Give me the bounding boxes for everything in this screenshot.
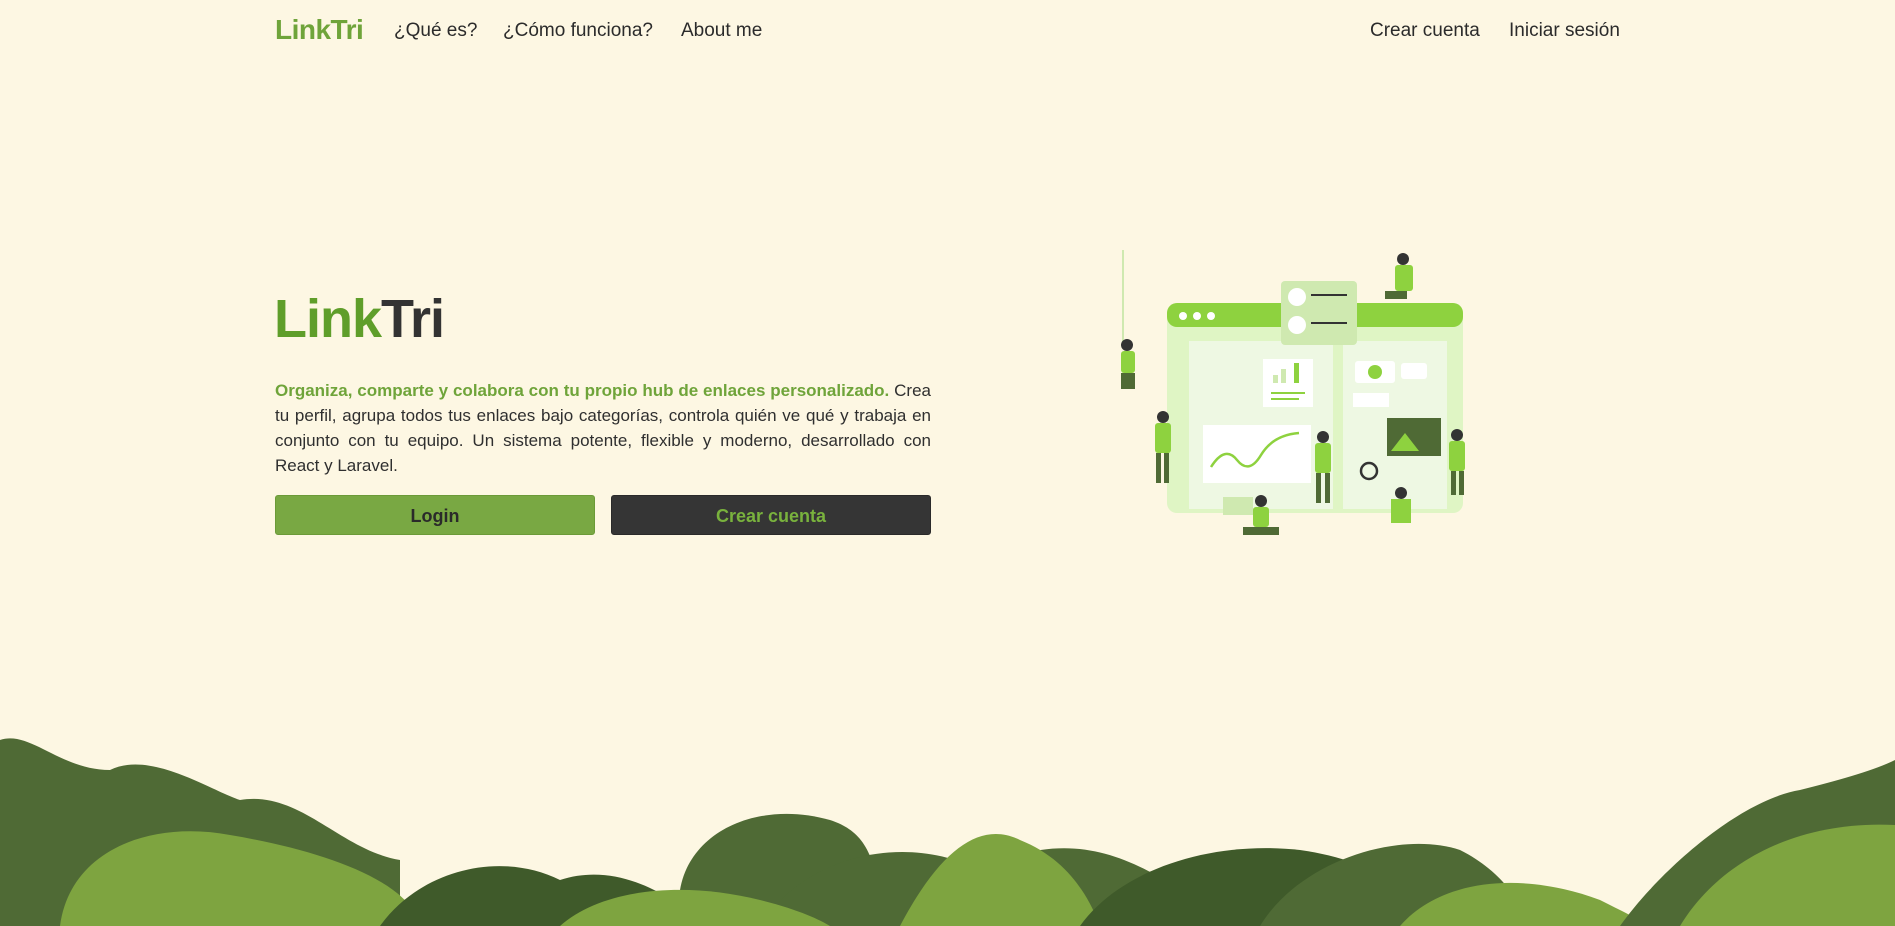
brand-logo[interactable]: LinkTri <box>275 14 364 46</box>
hero-title: LinkTri <box>274 288 445 350</box>
create-account-button[interactable]: Crear cuenta <box>611 495 931 535</box>
hero-title-link: Link <box>274 289 382 349</box>
decorative-hills <box>0 738 1895 926</box>
nav-link-about-me[interactable]: About me <box>681 20 762 42</box>
nav-link-como-funciona[interactable]: ¿Cómo funciona? <box>503 20 653 42</box>
hero-description: Organiza, comparte y colabora con tu pro… <box>275 378 931 478</box>
team-collaboration-illustration <box>1121 250 1465 535</box>
hero-title-tri: Tri <box>381 289 445 349</box>
nav-link-que-es[interactable]: ¿Qué es? <box>394 20 477 42</box>
hero-highlight: Organiza, comparte y colabora con tu pro… <box>275 381 890 400</box>
nav-link-crear-cuenta[interactable]: Crear cuenta <box>1370 20 1480 42</box>
login-button[interactable]: Login <box>275 495 595 535</box>
nav-link-iniciar-sesion[interactable]: Iniciar sesión <box>1509 20 1620 42</box>
top-nav: LinkTri ¿Qué es? ¿Cómo funciona? About m… <box>0 0 1895 62</box>
